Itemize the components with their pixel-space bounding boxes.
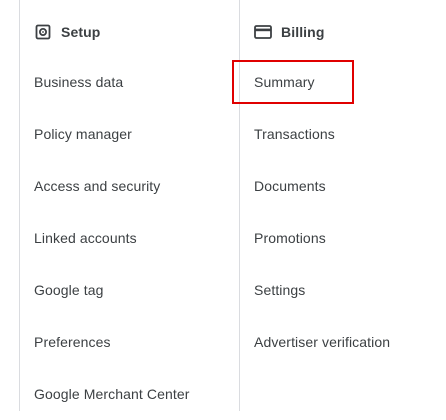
setup-item-preferences[interactable]: Preferences	[20, 316, 239, 368]
setup-items: Business data Policy manager Access and …	[20, 56, 239, 420]
billing-item-transactions[interactable]: Transactions	[240, 108, 446, 160]
setup-header: Setup	[34, 22, 100, 42]
billing-item-advertiser-verification[interactable]: Advertiser verification	[240, 316, 446, 368]
billing-items: Summary Transactions Documents Promotion…	[240, 56, 446, 368]
menu-item-label: Transactions	[254, 126, 335, 142]
menu-item-label: Google tag	[34, 282, 104, 298]
setup-column: Setup Business data Policy manager Acces…	[19, 0, 239, 411]
menu-item-label: Google Merchant Center	[34, 386, 190, 402]
setup-title: Setup	[61, 24, 101, 40]
setup-item-google-tag[interactable]: Google tag	[20, 264, 239, 316]
menu-item-label: Access and security	[34, 178, 161, 194]
tools-menu: Setup Business data Policy manager Acces…	[0, 0, 446, 411]
menu-item-label: Linked accounts	[34, 230, 137, 246]
billing-column: Billing Summary Transactions Documents P…	[239, 0, 446, 411]
setup-item-access-and-security[interactable]: Access and security	[20, 160, 239, 212]
billing-header: Billing	[254, 22, 324, 42]
billing-item-settings[interactable]: Settings	[240, 264, 446, 316]
menu-item-label: Business data	[34, 74, 124, 90]
menu-item-label: Advertiser verification	[254, 334, 391, 350]
menu-item-label: Settings	[254, 282, 306, 298]
menu-item-label: Documents	[254, 178, 326, 194]
setup-item-linked-accounts[interactable]: Linked accounts	[20, 212, 239, 264]
menu-item-label: Summary	[254, 74, 315, 90]
credit-card-icon	[254, 23, 272, 41]
billing-item-documents[interactable]: Documents	[240, 160, 446, 212]
setup-item-policy-manager[interactable]: Policy manager	[20, 108, 239, 160]
billing-item-promotions[interactable]: Promotions	[240, 212, 446, 264]
setup-item-business-data[interactable]: Business data	[20, 56, 239, 108]
menu-item-label: Preferences	[34, 334, 111, 350]
menu-item-label: Policy manager	[34, 126, 132, 142]
billing-item-summary[interactable]: Summary	[240, 56, 446, 108]
setup-item-google-merchant-center[interactable]: Google Merchant Center	[20, 368, 239, 420]
billing-title: Billing	[281, 24, 325, 40]
menu-item-label: Promotions	[254, 230, 326, 246]
gear-box-icon	[34, 23, 52, 41]
